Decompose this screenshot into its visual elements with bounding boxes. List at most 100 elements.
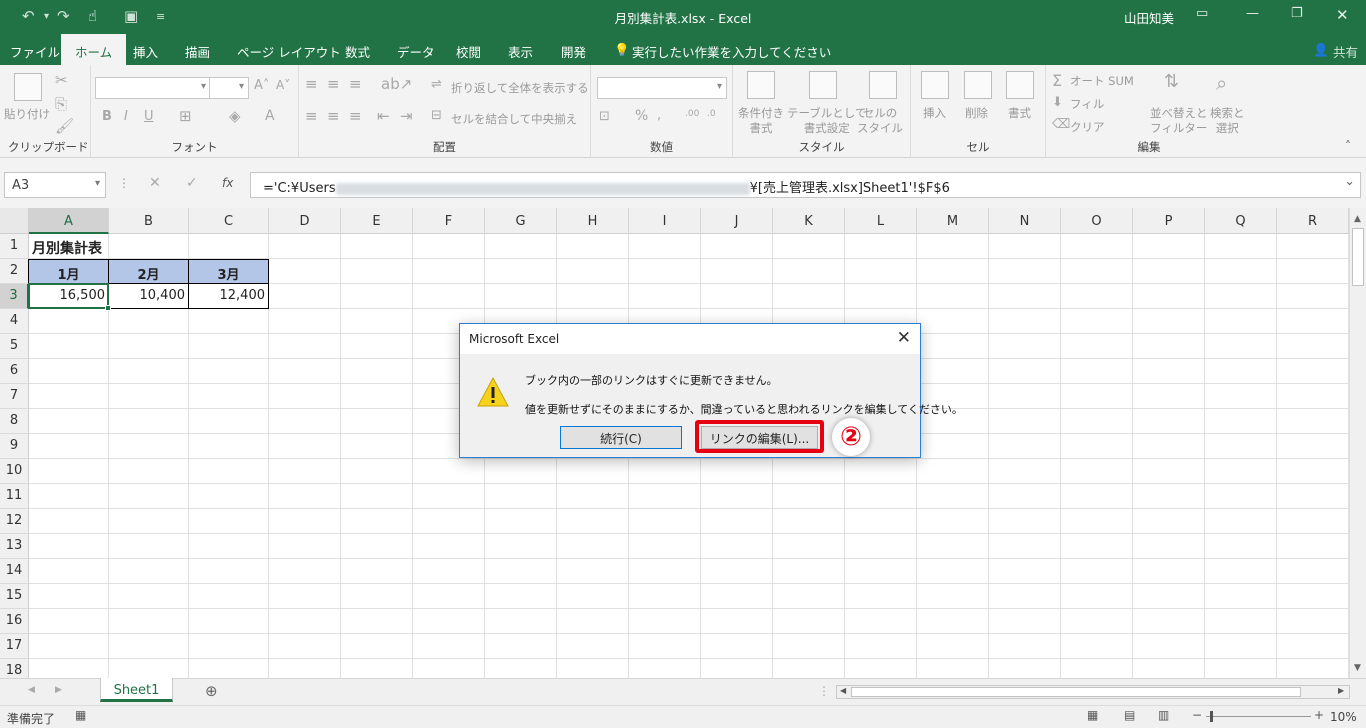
formula-input[interactable]: ='C:¥Users ¥[売上管理表.xlsx]Sheet1'!$F$6 — [250, 172, 1361, 198]
tab-review[interactable]: 校閲 — [456, 42, 481, 61]
cell-a2[interactable]: 1月 — [28, 259, 109, 284]
merge-center-button[interactable]: セルを結合して中央揃え — [451, 112, 577, 127]
cancel-icon[interactable]: ✕ — [149, 175, 161, 191]
user-name[interactable]: 山田知美 — [1124, 8, 1174, 27]
fill-icon[interactable]: ⬇ — [1052, 95, 1063, 110]
row-header-18[interactable]: 18 — [0, 659, 29, 678]
conditional-format-icon[interactable] — [747, 71, 775, 99]
autosum-button[interactable]: オート SUM — [1070, 74, 1134, 89]
percent-icon[interactable]: % — [635, 108, 648, 124]
column-header-b[interactable]: B — [109, 208, 189, 234]
row-header-7[interactable]: 7 — [0, 384, 29, 409]
sort-filter-icon[interactable]: ⇅ — [1164, 71, 1179, 92]
zoom-slider-thumb[interactable] — [1210, 711, 1213, 722]
zoom-level[interactable]: 10% — [1330, 710, 1357, 724]
row-header-12[interactable]: 12 — [0, 509, 29, 534]
borders-icon[interactable]: ⊞ — [179, 107, 192, 125]
column-header-p[interactable]: P — [1133, 208, 1205, 234]
wrap-text-button[interactable]: 折り返して全体を表示する — [451, 81, 589, 96]
decrease-indent-icon[interactable]: ⇤ — [377, 107, 390, 125]
scroll-down-icon[interactable]: ▼ — [1354, 663, 1361, 673]
cell-b2[interactable]: 2月 — [108, 259, 189, 284]
conditional-format-button[interactable]: 条件付き 書式 — [738, 106, 784, 136]
autosum-icon[interactable]: Σ — [1052, 71, 1062, 90]
align-left-icon[interactable]: ≡ — [305, 107, 318, 125]
align-middle-icon[interactable]: ≡ — [327, 75, 340, 93]
cell-a1[interactable]: 月別集計表 — [29, 234, 109, 259]
merge-center-icon[interactable]: ⊟ — [431, 108, 442, 123]
column-header-d[interactable]: D — [269, 208, 341, 234]
row-header-9[interactable]: 9 — [0, 434, 29, 459]
align-right-icon[interactable]: ≡ — [349, 107, 362, 125]
underline-icon[interactable]: U — [144, 109, 154, 124]
page-layout-view-icon[interactable]: ▤ — [1124, 708, 1135, 722]
column-header-m[interactable]: M — [917, 208, 989, 234]
tab-developer[interactable]: 開発 — [561, 42, 586, 61]
scroll-up-icon[interactable]: ▲ — [1354, 214, 1361, 224]
normal-view-icon[interactable]: ▦ — [1087, 708, 1098, 722]
tab-data[interactable]: データ — [397, 42, 435, 61]
row-header-14[interactable]: 14 — [0, 559, 29, 584]
vertical-scrollbar[interactable]: ▲ ▼ — [1349, 208, 1366, 678]
row-header-4[interactable]: 4 — [0, 309, 29, 334]
tab-formulas[interactable]: 数式 — [345, 42, 370, 61]
format-as-table-button[interactable]: テーブルとして 書式設定 — [787, 106, 866, 136]
column-header-r[interactable]: R — [1277, 208, 1349, 234]
clear-button[interactable]: クリア — [1070, 120, 1105, 135]
tab-insert[interactable]: 挿入 — [133, 42, 158, 61]
zoom-slider[interactable] — [1206, 716, 1311, 717]
delete-cells-icon[interactable] — [964, 71, 992, 99]
cut-icon[interactable]: ✂ — [55, 71, 68, 89]
share-label[interactable]: 共有 — [1333, 42, 1358, 61]
row-header-5[interactable]: 5 — [0, 334, 29, 359]
column-header-i[interactable]: I — [629, 208, 701, 234]
search-icon[interactable]: ⌕ — [1216, 71, 1227, 95]
comma-icon[interactable]: , — [657, 108, 661, 123]
row-header-11[interactable]: 11 — [0, 484, 29, 509]
cell-c3[interactable]: 12,400 — [188, 284, 269, 309]
number-format-select[interactable] — [597, 77, 727, 99]
sort-filter-button[interactable]: 並べ替えと フィルター — [1150, 106, 1208, 136]
tell-me-input[interactable]: 実行したい作業を入力してください — [632, 42, 831, 61]
row-header-2[interactable]: 2 — [0, 259, 29, 284]
horizontal-scrollbar[interactable]: ◀ ▶ — [836, 685, 1350, 699]
column-header-l[interactable]: L — [845, 208, 917, 234]
horizontal-scroll-thumb[interactable] — [851, 687, 1301, 697]
format-as-table-icon[interactable] — [809, 71, 837, 99]
align-top-icon[interactable]: ≡ — [305, 75, 318, 93]
sheet-tab-sheet1[interactable]: Sheet1 — [100, 678, 173, 702]
delete-cells-button[interactable]: 削除 — [965, 106, 988, 121]
cell-styles-icon[interactable] — [869, 71, 897, 99]
ribbon-display-icon[interactable]: ▭ — [1196, 6, 1208, 21]
italic-icon[interactable]: I — [124, 109, 128, 124]
row-header-13[interactable]: 13 — [0, 534, 29, 559]
clear-icon[interactable]: ⌫ — [1052, 117, 1070, 132]
row-header-10[interactable]: 10 — [0, 459, 29, 484]
insert-cells-icon[interactable] — [921, 71, 949, 99]
tab-draw[interactable]: 描画 — [185, 42, 210, 61]
format-painter-icon[interactable]: 🖌 — [55, 117, 74, 135]
row-header-8[interactable]: 8 — [0, 409, 29, 434]
column-header-a[interactable]: A — [29, 208, 109, 234]
row-header-15[interactable]: 15 — [0, 584, 29, 609]
row-header-3[interactable]: 3 — [0, 284, 29, 309]
cell-styles-button[interactable]: セルの スタイル — [857, 106, 903, 136]
grow-font-icon[interactable]: A˄ — [254, 78, 269, 93]
increase-indent-icon[interactable]: ⇥ — [400, 107, 413, 125]
column-header-g[interactable]: G — [485, 208, 557, 234]
paste-icon[interactable] — [14, 73, 42, 101]
format-cells-icon[interactable] — [1006, 71, 1034, 99]
select-all-corner[interactable] — [0, 208, 29, 234]
decrease-decimal-icon[interactable]: .0 — [707, 109, 716, 119]
font-name-select[interactable] — [95, 77, 211, 99]
tab-file[interactable]: ファイル — [10, 42, 60, 61]
tab-view[interactable]: 表示 — [508, 42, 533, 61]
column-header-f[interactable]: F — [413, 208, 485, 234]
add-sheet-icon[interactable]: ⊕ — [205, 682, 218, 700]
wrap-text-icon[interactable]: ⇌ — [431, 77, 442, 92]
prev-sheet-icon[interactable]: ◀ — [28, 685, 35, 695]
column-header-n[interactable]: N — [989, 208, 1061, 234]
tab-home[interactable]: ホーム — [61, 34, 127, 65]
cell-c2[interactable]: 3月 — [188, 259, 269, 284]
column-header-e[interactable]: E — [341, 208, 413, 234]
